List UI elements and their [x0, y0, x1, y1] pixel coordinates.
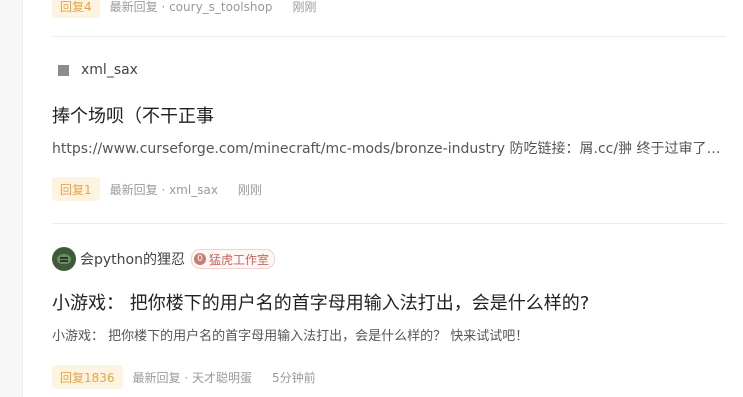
thread-excerpt[interactable]: https://www.curseforge.com/minecraft/mc-… — [52, 138, 726, 158]
left-sidebar-edge — [0, 0, 23, 397]
reply-count-badge[interactable]: 回复1836 — [52, 365, 123, 389]
reply-time: 刚刚 — [292, 0, 317, 14]
thread-meta: 回复1 最新回复 · xml_sax 刚刚 — [52, 177, 262, 201]
last-reply-info[interactable]: 最新回复 · coury_s_toolshop — [110, 0, 273, 15]
thread-author[interactable]: xml_sax — [52, 62, 138, 78]
thread-title[interactable]: 捧个场呗（不干正事 — [52, 102, 214, 128]
thread-meta: 回复4 最新回复 · coury_s_toolshop 刚刚 — [52, 0, 316, 18]
author-name[interactable]: xml_sax — [81, 62, 138, 78]
studio-label: 猛虎工作室 — [208, 252, 269, 267]
studio-badge[interactable]: 0 猛虎工作室 — [190, 249, 275, 269]
reply-time: 5分钟前 — [272, 370, 316, 385]
avatar[interactable] — [58, 64, 69, 76]
author-name[interactable]: 会python的狸忍 — [80, 249, 185, 269]
thread-title[interactable]: 小游戏： 把你楼下的用户名的首字母用输入法打出，会是什么样的? — [52, 289, 589, 315]
thread-item[interactable]: 回复4 最新回复 · coury_s_toolshop 刚刚 — [52, 0, 726, 37]
last-reply-info[interactable]: 最新回复 · xml_sax — [110, 181, 218, 198]
thread-item[interactable]: xml_sax 捧个场呗（不干正事 https://www.curseforge… — [52, 36, 726, 224]
avatar[interactable] — [52, 247, 76, 271]
reply-time: 刚刚 — [237, 182, 262, 197]
last-reply-info[interactable]: 最新回复 · 天才聪明蛋 — [133, 369, 252, 386]
thread-author[interactable]: 会python的狸忍 0 猛虎工作室 — [52, 247, 275, 271]
thread-meta: 回复1836 最新回复 · 天才聪明蛋 5分钟前 — [52, 365, 316, 389]
forum-thread-list: 回复4 最新回复 · coury_s_toolshop 刚刚 xml_sax 捧… — [0, 0, 743, 397]
studio-icon: 0 — [193, 253, 206, 265]
reply-count-badge[interactable]: 回复1 — [52, 177, 100, 201]
thread-item[interactable]: 会python的狸忍 0 猛虎工作室 小游戏： 把你楼下的用户名的首字母用输入法… — [52, 223, 726, 397]
reply-count-badge[interactable]: 回复4 — [52, 0, 100, 18]
thread-excerpt[interactable]: 小游戏： 把你楼下的用户名的首字母用输入法打出，会是什么样的？ 快来试试吧！ — [52, 325, 726, 344]
